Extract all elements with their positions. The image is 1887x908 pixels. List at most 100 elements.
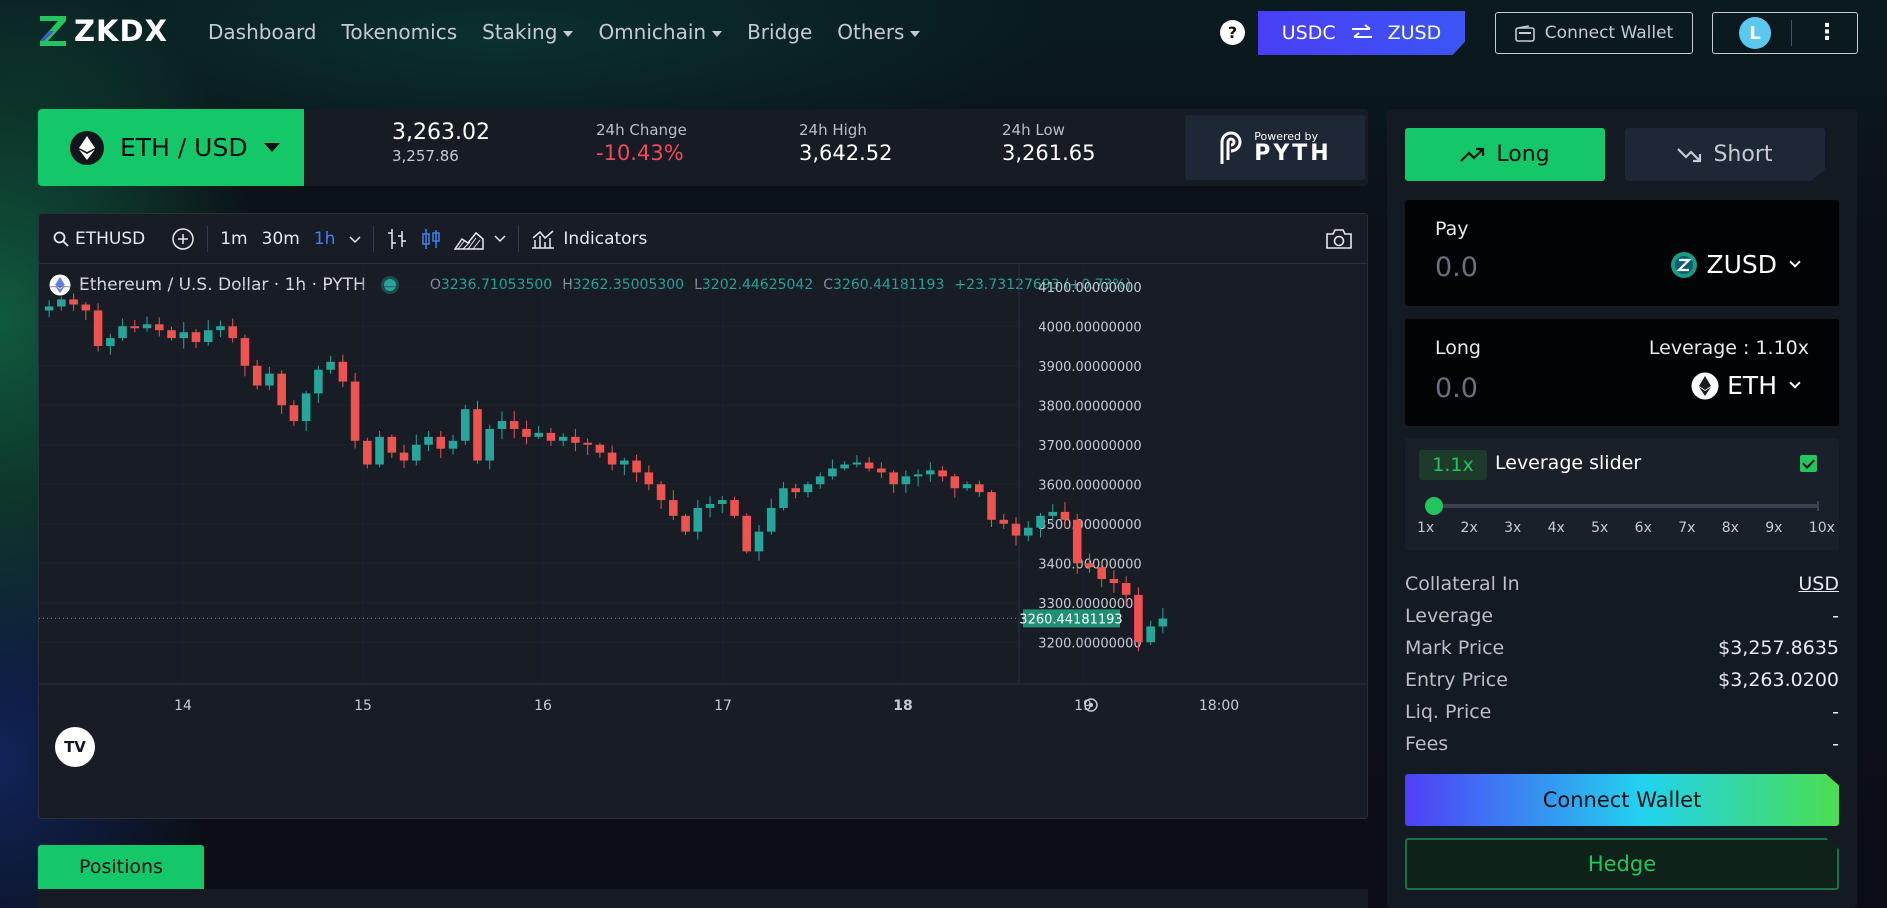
info-row: Leverage - xyxy=(1405,600,1839,632)
nav-label: Dashboard xyxy=(208,20,317,44)
candle xyxy=(1109,570,1119,593)
long-amount-input[interactable]: 0.0 xyxy=(1435,373,1478,404)
area-chart-type-button[interactable] xyxy=(454,228,485,250)
change-value: -10.43% xyxy=(596,141,684,165)
candle xyxy=(926,462,935,482)
collateral-selector[interactable]: USD xyxy=(1798,573,1839,595)
candle xyxy=(436,431,446,458)
settings-gear-center xyxy=(1089,703,1093,707)
candle-body xyxy=(93,310,103,346)
tab-short[interactable]: Short xyxy=(1625,128,1825,181)
candle-body xyxy=(975,484,984,493)
candle-body xyxy=(705,504,715,508)
snapshot-button[interactable] xyxy=(1325,228,1353,250)
info-label: Mark Price xyxy=(1405,637,1505,659)
pay-token-label: ZUSD xyxy=(1706,250,1777,279)
candle-body xyxy=(69,299,78,305)
hedge-button[interactable]: Hedge xyxy=(1405,838,1839,890)
chevron-down-icon[interactable] xyxy=(349,229,361,249)
candle xyxy=(938,466,947,482)
main-nav: Dashboard Tokenomics Staking Omnichain B… xyxy=(208,20,921,44)
usdc-zusd-swap-button[interactable]: USDC ZUSD xyxy=(1258,11,1465,55)
bars-icon xyxy=(388,228,407,249)
bar-chart-type-button[interactable] xyxy=(386,227,408,251)
nav-label: Bridge xyxy=(747,20,813,44)
candle-body xyxy=(203,330,213,343)
long-token-selector[interactable]: ETH xyxy=(1691,371,1801,400)
candle-body xyxy=(803,484,813,493)
tab-positions[interactable]: Positions xyxy=(38,845,204,889)
candle-body xyxy=(607,452,617,465)
avatar[interactable]: L xyxy=(1739,17,1771,49)
pair-selector[interactable]: ETH / USD xyxy=(38,109,304,186)
slider-tick-label: 6x xyxy=(1634,520,1652,536)
candle-body xyxy=(1072,519,1082,564)
nav-staking[interactable]: Staking xyxy=(482,20,574,44)
interval-30m[interactable]: 30m xyxy=(262,229,300,249)
candlestick-plot[interactable]: 4100.00000000 4000.00000000 3900.00000000 3… xyxy=(39,264,1368,819)
more-vertical-icon[interactable]: ⋮ xyxy=(1816,22,1838,44)
pay-box: Pay 0.0 ZUSD xyxy=(1405,200,1839,306)
leverage-enabled-checkbox[interactable] xyxy=(1800,455,1817,472)
pay-token-selector[interactable]: ZUSD xyxy=(1670,250,1801,279)
indicators-label: Indicators xyxy=(563,228,648,249)
candle xyxy=(448,434,458,455)
chevron-down-icon xyxy=(1789,377,1801,389)
chevron-down-icon xyxy=(1789,256,1801,268)
candle xyxy=(473,400,482,464)
info-row: Liq. Price - xyxy=(1405,696,1839,728)
nav-others[interactable]: Others xyxy=(837,20,921,44)
interval-1m[interactable]: 1m xyxy=(220,229,247,249)
candle xyxy=(889,470,898,493)
leverage-slider[interactable] xyxy=(1425,497,1819,515)
candle-body xyxy=(766,507,776,532)
tab-long[interactable]: Long xyxy=(1405,128,1605,181)
slider-tick-label: 7x xyxy=(1678,520,1696,536)
divider xyxy=(373,225,375,252)
nav-label: Staking xyxy=(482,20,558,44)
help-icon[interactable]: ? xyxy=(1220,20,1245,45)
tradingview-logo-icon[interactable]: TV xyxy=(55,727,95,767)
swap-from-label: USDC xyxy=(1281,22,1336,44)
connect-wallet-header-button[interactable]: Connect Wallet xyxy=(1495,12,1693,54)
candle xyxy=(656,481,666,509)
divider xyxy=(1791,20,1792,46)
price-chart[interactable]: ETHUSD 1m 30m 1h Indicators Ethereum / U… xyxy=(38,213,1368,819)
nav-bridge[interactable]: Bridge xyxy=(747,20,812,44)
candle xyxy=(571,428,580,452)
symbol-search[interactable]: ETHUSD xyxy=(53,229,145,249)
candle xyxy=(522,420,531,445)
candle-body xyxy=(44,306,54,311)
indicators-button[interactable]: Indicators xyxy=(531,229,647,249)
candle xyxy=(583,438,592,456)
pay-amount-input[interactable]: 0.0 xyxy=(1435,252,1478,283)
slider-thumb[interactable] xyxy=(1425,497,1444,515)
nav-omnichain[interactable]: Omnichain xyxy=(598,20,723,44)
nav-tokenomics[interactable]: Tokenomics xyxy=(342,20,458,44)
connect-wallet-button[interactable]: Connect Wallet xyxy=(1405,774,1839,826)
candle xyxy=(93,303,103,352)
candle xyxy=(387,434,397,459)
leverage-tick-labels: 1x 2x 3x 4x 5x 6x 7x 8x 9x 10x xyxy=(1417,520,1835,536)
chart-toolbar: ETHUSD 1m 30m 1h Indicators xyxy=(39,214,1367,264)
candle-body xyxy=(216,326,225,331)
account-menu[interactable]: L ⋮ xyxy=(1712,12,1858,54)
brand-logo[interactable]: ZKDX xyxy=(38,14,168,48)
candle xyxy=(693,499,703,540)
candle-body xyxy=(840,464,849,469)
candle xyxy=(766,498,776,535)
candle-body xyxy=(363,440,372,465)
candle xyxy=(644,465,654,491)
compare-button[interactable] xyxy=(171,227,195,251)
candle-body xyxy=(595,444,605,453)
info-row: Mark Price $3,257.8635 xyxy=(1405,632,1839,664)
chart-type-chevron-icon[interactable] xyxy=(494,234,506,243)
candle-body xyxy=(81,304,91,311)
powered-by-pyth-badge[interactable]: Powered by PYTH xyxy=(1185,115,1365,180)
candle xyxy=(191,329,201,348)
nav-dashboard[interactable]: Dashboard xyxy=(208,20,317,44)
candle xyxy=(1146,620,1155,645)
interval-1h[interactable]: 1h xyxy=(314,229,336,249)
candles-chart-type-button[interactable] xyxy=(420,227,442,251)
candle xyxy=(877,462,886,478)
